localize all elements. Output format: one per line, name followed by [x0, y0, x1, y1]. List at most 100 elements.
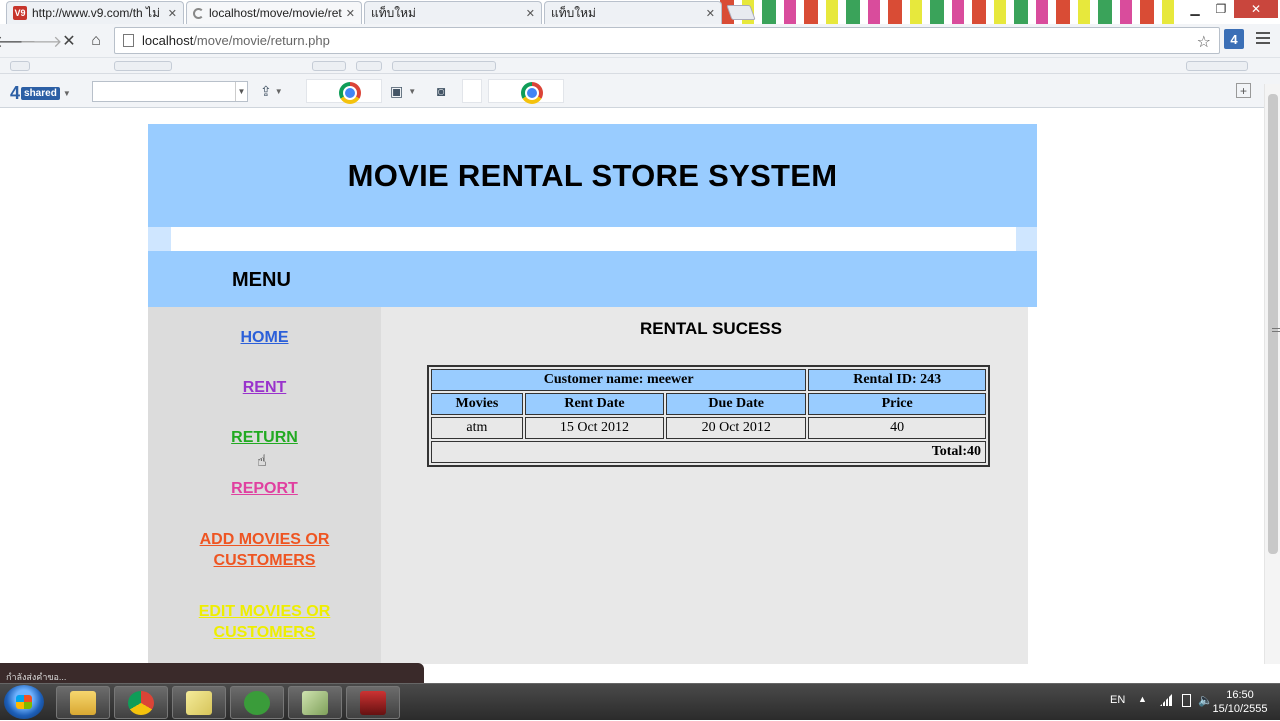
chrome-menu-icon[interactable] [1256, 32, 1270, 44]
battery-icon[interactable] [1182, 694, 1191, 707]
taskbar-app-chrome[interactable] [114, 686, 168, 719]
site-header: MOVIE RENTAL STORE SYSTEM [148, 124, 1037, 227]
bookmark-item[interactable] [10, 61, 30, 71]
tab-title: แท็บใหม่ [371, 5, 416, 20]
minimize-icon[interactable]: ▁ [1182, 0, 1208, 18]
tab-title: localhost/move/movie/ret [209, 6, 342, 20]
tab-strip: V9 http://www.v9.com/th ไม่ ✕ localhost/… [0, 0, 1280, 24]
language-indicator[interactable]: EN [1110, 694, 1125, 706]
tab-new-1[interactable]: แท็บใหม่ ✕ [364, 1, 542, 24]
notes-icon [186, 690, 212, 715]
chevron-down-icon: ▼ [62, 89, 71, 98]
header-strip [171, 227, 1016, 251]
nav-link-home[interactable]: HOME [148, 327, 381, 348]
taskbar-app-money[interactable] [288, 686, 342, 719]
add-toolbar-item-button[interactable]: + [1236, 83, 1251, 98]
4shared-extension-icon[interactable]: 4 [1224, 29, 1244, 49]
nav-link-add-movies-customers[interactable]: ADD MOVIES OR CUSTOMERS [148, 529, 381, 571]
bookmark-item[interactable] [114, 61, 172, 71]
column-header-price: Price [808, 393, 986, 415]
column-header-rent-date: Rent Date [524, 393, 665, 415]
media-icon [360, 690, 386, 715]
bookmark-item[interactable] [392, 61, 496, 71]
status-bar: กำลังส่งคำขอ... [0, 663, 424, 683]
show-hidden-icons-icon[interactable]: ▲ [1138, 694, 1147, 704]
nav-link-edit-movies-customers[interactable]: EDIT MOVIES OR CUSTOMERS [148, 601, 381, 643]
chevron-down-icon[interactable]: ▼ [235, 82, 247, 101]
sidebar-menu: HOME RENT RETURN REPORT ADD MOVIES OR CU… [148, 307, 381, 664]
system-tray: EN ▲ 🔈 16:50 15/10/2555 [1100, 684, 1280, 721]
stop-loading-icon[interactable]: ✕ [58, 30, 80, 52]
window-background [720, 0, 1180, 24]
bookmarks-bar [0, 58, 1280, 74]
close-window-icon[interactable]: ✕ [1234, 0, 1278, 18]
money-icon [302, 690, 328, 715]
taskbar-app-file-explorer[interactable] [56, 686, 110, 719]
utorrent-icon [244, 690, 270, 715]
4shared-logo[interactable]: 4 shared ▼ [10, 83, 71, 104]
navigation-bar: 🡐 🡒 ✕ ⌂ localhost/move/movie/return.php … [0, 24, 1280, 58]
bookmark-star-icon[interactable]: ☆ [1197, 32, 1211, 52]
network-signal-icon[interactable] [1160, 694, 1172, 706]
4shared-logo-number: 4 [10, 83, 21, 103]
chrome-icon [339, 82, 361, 104]
tab-title: แท็บใหม่ [551, 5, 596, 20]
v9-favicon-icon: V9 [13, 6, 27, 20]
chrome-icon [521, 82, 543, 104]
total-cell: Total:40 [431, 441, 986, 463]
close-tab-icon[interactable]: ✕ [346, 7, 355, 20]
table-header-row: Movies Rent Date Due Date Price [431, 393, 986, 415]
tab-v9[interactable]: V9 http://www.v9.com/th ไม่ ✕ [6, 1, 184, 24]
chrome-icon [128, 690, 154, 715]
site-title: MOVIE RENTAL STORE SYSTEM [347, 157, 838, 193]
nav-link-rent[interactable]: RENT [148, 377, 381, 398]
chrome-shortcut-2[interactable]: C [488, 79, 564, 104]
page-viewport: MOVIE RENTAL STORE SYSTEM MENU HOME RENT… [0, 108, 1264, 664]
rental-receipt-table: Customer name: meewer Rental ID: 243 Mov… [427, 365, 990, 467]
clock[interactable]: 16:50 15/10/2555 [1210, 688, 1270, 716]
upload-icon[interactable]: ⇪ ▼ [260, 81, 283, 101]
clock-time: 16:50 [1226, 689, 1254, 701]
toolbar-slot[interactable] [462, 79, 482, 103]
column-header-due-date: Due Date [666, 393, 807, 415]
movie-cell: atm [431, 417, 523, 439]
close-tab-icon[interactable]: ✕ [526, 7, 535, 20]
bookmark-item[interactable] [312, 61, 346, 71]
forward-icon[interactable]: 🡒 [20, 30, 63, 52]
tab-return-php[interactable]: localhost/move/movie/ret ✕ [186, 1, 362, 24]
url-path: /move/movie/return.php [193, 33, 330, 48]
menu-title: MENU [232, 269, 291, 291]
taskbar-app-notes[interactable] [172, 686, 226, 719]
loading-spinner-icon [193, 7, 204, 19]
price-cell: 40 [808, 417, 986, 439]
nav-link-report[interactable]: REPORT [148, 478, 381, 499]
new-tab-button[interactable] [726, 5, 756, 20]
video-icon[interactable]: ▣ ▼ [390, 81, 416, 101]
nav-link-return[interactable]: RETURN [148, 427, 381, 448]
taskbar-app-utorrent[interactable] [230, 686, 284, 719]
page-scrollbar[interactable] [1264, 84, 1280, 664]
address-bar[interactable]: localhost/move/movie/return.php ☆ [114, 27, 1220, 54]
restore-icon[interactable]: ❐ [1208, 0, 1234, 18]
camera-icon[interactable]: ◙ [437, 81, 445, 101]
folder-icon [70, 690, 96, 715]
home-icon[interactable]: ⌂ [85, 30, 107, 52]
page-icon [123, 34, 134, 47]
bookmark-item[interactable] [356, 61, 382, 71]
chrome-shortcut-1[interactable]: C [306, 79, 382, 104]
table-row: atm 15 Oct 2012 20 Oct 2012 40 [431, 417, 986, 439]
menu-bar: MENU [148, 251, 1037, 307]
tab-new-2[interactable]: แท็บใหม่ ✕ [544, 1, 722, 24]
close-tab-icon[interactable]: ✕ [706, 7, 715, 20]
taskbar-app-media[interactable] [346, 686, 400, 719]
windows-taskbar: EN ▲ 🔈 16:50 15/10/2555 [0, 683, 1280, 720]
rental-id-cell: Rental ID: 243 [808, 369, 986, 391]
4shared-toolbar: 4 shared ▼ ▼ ⇪▼ C ▣▼ ◙ C + [0, 74, 1280, 108]
start-button[interactable] [4, 685, 44, 719]
table-total-row: Total:40 [431, 441, 986, 463]
bookmark-item[interactable] [1186, 61, 1248, 71]
toolbar-search-input[interactable]: ▼ [92, 81, 248, 102]
close-tab-icon[interactable]: ✕ [168, 7, 177, 20]
result-title: RENTAL SUCESS [639, 319, 782, 338]
scrollbar-thumb[interactable] [1268, 94, 1280, 554]
